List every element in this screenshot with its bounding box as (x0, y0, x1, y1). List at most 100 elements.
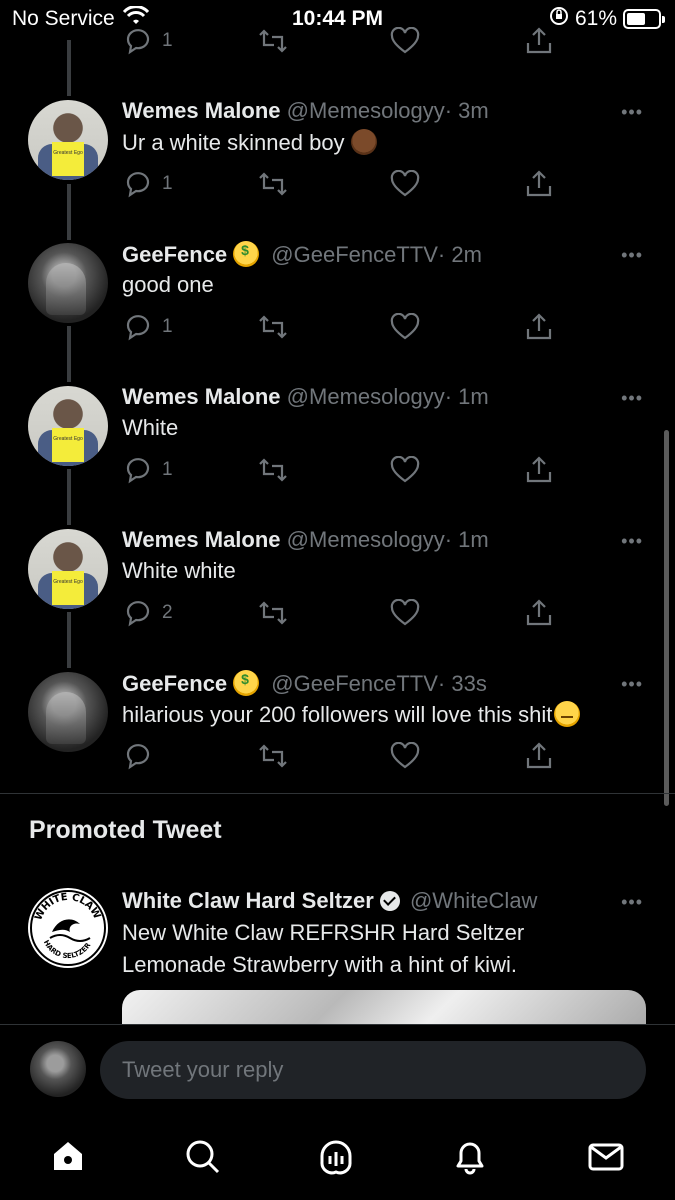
person-emoji (350, 129, 377, 155)
tweet-time: · 1m (444, 384, 489, 409)
tweet-actions (122, 741, 562, 771)
tweet-time: · 2m (437, 242, 482, 267)
share-button[interactable] (524, 455, 554, 485)
tweet-time: · 3m (444, 98, 489, 123)
share-button[interactable] (524, 26, 554, 56)
tweet-actions: 2 (122, 598, 562, 628)
battery-fill (627, 13, 646, 25)
tweet-header: Wemes Malone @Memesologyy· 1m (122, 384, 489, 410)
avatar[interactable]: Greatest Ego (28, 386, 108, 466)
retweet-button[interactable] (257, 312, 289, 342)
reply-button[interactable]: 2 (124, 598, 173, 628)
tweet-time: · 33s (437, 671, 487, 696)
like-button[interactable] (390, 169, 420, 199)
promoted-tweet-header: White Claw Hard Seltzer @WhiteClaw (122, 888, 537, 914)
reply-count: 1 (162, 316, 173, 337)
tweet-text: hilarious your 200 followers will love t… (122, 701, 586, 728)
tweet-text: White white (122, 558, 236, 583)
expressionless-emoji (554, 701, 581, 727)
more-options-icon[interactable]: ••• (621, 245, 643, 266)
money-mouth-emoji (233, 241, 260, 267)
like-button[interactable] (390, 26, 420, 56)
reply-count: 2 (162, 602, 173, 623)
share-button[interactable] (524, 169, 554, 199)
my-avatar (30, 1041, 86, 1097)
battery-icon (623, 9, 665, 29)
search-icon[interactable] (180, 1134, 224, 1178)
tweet-text: White (122, 415, 179, 440)
author-name[interactable]: Wemes Malone (122, 384, 281, 409)
avatar[interactable]: Greatest Ego (28, 529, 108, 609)
scrollbar[interactable] (664, 430, 669, 806)
author-handle[interactable]: @Memesologyy (287, 98, 445, 123)
spaces-icon[interactable] (314, 1134, 358, 1178)
avatar[interactable] (28, 672, 108, 752)
thread-line (67, 612, 71, 668)
verified-badge-icon (379, 891, 400, 911)
thread-line (67, 40, 71, 96)
tweet-header: Wemes Malone @Memesologyy· 1m (122, 527, 489, 553)
tweet-actions: 1 (122, 169, 562, 199)
thread-line (67, 469, 71, 525)
more-options-icon[interactable]: ••• (621, 531, 643, 552)
avatar[interactable] (28, 243, 108, 323)
promoted-text-line-2: Lemonade Strawberry with a hint of kiwi. (122, 952, 517, 977)
more-options-icon[interactable]: ••• (621, 674, 643, 695)
more-options-icon[interactable]: ••• (621, 388, 643, 409)
reply-count: 1 (162, 459, 173, 480)
author-name[interactable]: GeeFence (122, 671, 227, 696)
more-options-icon[interactable]: ••• (621, 102, 643, 123)
like-button[interactable] (390, 598, 420, 628)
author-name[interactable]: GeeFence (122, 242, 227, 267)
author-name[interactable]: Wemes Malone (122, 98, 281, 123)
like-button[interactable] (390, 312, 420, 342)
reply-button[interactable]: 1 (124, 455, 173, 485)
reply-count: 1 (162, 30, 173, 51)
tweet-header: GeeFence @GeeFenceTTV· 33s (122, 670, 487, 697)
share-button[interactable] (524, 598, 554, 628)
more-options-icon[interactable]: ••• (621, 892, 643, 913)
reply-button[interactable]: 1 (124, 312, 173, 342)
reply-button[interactable]: 1 (124, 169, 173, 199)
tweet-text: Ur a white skinned boy (122, 129, 383, 156)
like-button[interactable] (390, 455, 420, 485)
thread-line (67, 326, 71, 382)
status-right: 61% (549, 6, 665, 32)
divider (0, 793, 675, 794)
promoted-text-line-1: New White Claw REFRSHR Hard Seltzer (122, 920, 525, 945)
author-handle[interactable]: @WhiteClaw (410, 888, 537, 913)
retweet-button[interactable] (257, 598, 289, 628)
avatar[interactable]: Greatest Ego (28, 100, 108, 180)
money-mouth-emoji (233, 670, 260, 696)
author-handle[interactable]: @GeeFenceTTV (271, 242, 438, 267)
previous-tweet-actions: 1 (122, 26, 562, 56)
battery-percent: 61% (574, 7, 617, 30)
author-handle[interactable]: @Memesologyy (287, 527, 445, 552)
author-handle[interactable]: @GeeFenceTTV (271, 671, 438, 696)
reply-button[interactable]: 1 (124, 26, 173, 56)
retweet-button[interactable] (257, 169, 289, 199)
tweet-header: Wemes Malone @Memesologyy· 3m (122, 98, 489, 124)
retweet-button[interactable] (257, 455, 289, 485)
author-handle[interactable]: @Memesologyy (287, 384, 445, 409)
tweet-header: GeeFence @GeeFenceTTV· 2m (122, 241, 482, 268)
reply-count: 1 (162, 173, 173, 194)
like-button[interactable] (390, 741, 420, 771)
promoted-section-title: Promoted Tweet (29, 816, 222, 844)
thread-line (67, 184, 71, 240)
share-button[interactable] (524, 741, 554, 771)
author-name[interactable]: Wemes Malone (122, 527, 281, 552)
author-name[interactable]: White Claw Hard Seltzer (122, 888, 374, 913)
messages-icon[interactable] (584, 1134, 628, 1178)
white-claw-logo-avatar[interactable]: WHITE CLAW HARD SELTZER (28, 888, 108, 968)
share-button[interactable] (524, 312, 554, 342)
tweet-time: · 1m (444, 527, 489, 552)
retweet-button[interactable] (257, 741, 289, 771)
retweet-button[interactable] (257, 26, 289, 56)
tweet-actions: 1 (122, 312, 562, 342)
tweet-reply-input[interactable] (100, 1041, 646, 1099)
home-icon[interactable] (46, 1134, 90, 1178)
tweet-actions: 1 (122, 455, 562, 485)
notifications-icon[interactable] (448, 1134, 492, 1178)
reply-button[interactable] (124, 741, 162, 771)
